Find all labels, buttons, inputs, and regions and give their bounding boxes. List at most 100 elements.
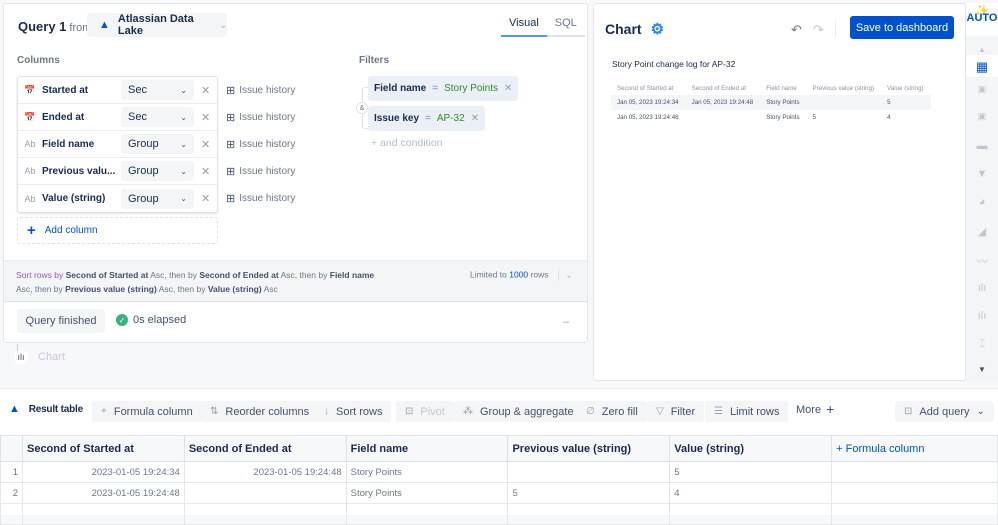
result-table: Second of Started at Second of Ended at … (0, 435, 998, 525)
aggregation-select[interactable]: Sec ⌄ (121, 107, 194, 127)
filter-button[interactable]: ▽ Filter (647, 401, 705, 422)
reorder-columns-button[interactable]: ⇅ Reorder columns (201, 401, 319, 422)
table-icon: ⊞ (226, 193, 236, 205)
filter-chip[interactable]: Field name = Story Points ✕ (368, 76, 519, 101)
plus-icon: + (101, 406, 107, 417)
result-table-header: Second of Started at Second of Ended at … (0, 435, 998, 462)
column-header[interactable]: Value (string) (669, 435, 833, 462)
column-source: ⊞ Issue history (226, 111, 296, 124)
column-source: ⊞ Issue history (226, 165, 296, 178)
auto-chart-button[interactable]: ✨ AUTO (966, 3, 998, 36)
undo-icon[interactable]: ↶ (791, 22, 802, 38)
column-row[interactable]: Ab Previous valu... Group ⌄ ✕ ⊞ Issue hist… (18, 158, 295, 185)
funnel-icon[interactable]: ▼ (966, 168, 998, 180)
remove-column-icon[interactable]: ✕ (201, 111, 210, 124)
divider (835, 20, 836, 38)
tab-visual[interactable]: Visual (501, 14, 547, 37)
table-row-empty (0, 503, 998, 525)
table-icon: ⊞ (226, 84, 236, 97)
table-icon: ⊞ (226, 111, 236, 124)
pie-chart-icon[interactable]: ◕ (966, 196, 998, 208)
aggregation-select[interactable]: Group ⌄ (121, 134, 194, 154)
column-row[interactable]: 📅 Ended at Sec ⌄ ✕ ⊞ Issue history (18, 104, 295, 131)
area-chart-icon[interactable]: ◢ (966, 225, 998, 238)
bar-chart-icon[interactable]: ılı (966, 282, 998, 294)
number-icon[interactable]: ▣ (966, 84, 998, 95)
column-row[interactable]: 📅 Started at Sec ⌄ ✕ ⊞ Issue history (18, 77, 295, 104)
reorder-icon: ⇅ (210, 406, 219, 417)
tab-sql[interactable]: SQL (546, 14, 585, 37)
pivot-button[interactable]: ⊡ Pivot (396, 401, 454, 422)
plus-icon: + (27, 222, 36, 239)
row-limit[interactable]: Limited to 1000 rows ⌄ (470, 269, 573, 281)
remove-column-icon[interactable]: ✕ (201, 138, 210, 151)
save-to-dashboard-button[interactable]: Save to dashboard (850, 16, 954, 39)
group-icon: ⁂ (463, 406, 473, 417)
column-header[interactable]: Previous value (string) (507, 435, 671, 462)
columns-label: Columns (17, 55, 60, 66)
remove-filter-icon[interactable]: ✕ (504, 83, 512, 94)
collapse-icon[interactable]: – (563, 316, 569, 328)
column-header[interactable]: Field name (345, 435, 509, 462)
up-arrow-icon[interactable]: ▲ (966, 45, 998, 54)
text-type-icon: Ab (24, 193, 36, 204)
redo-icon[interactable]: ↷ (813, 22, 824, 38)
and-condition-button[interactable]: + and condition (371, 137, 443, 149)
line-chart-icon[interactable]: 〰 (966, 253, 998, 269)
chevron-down-icon: ⌄ (180, 166, 187, 176)
chart-subtitle: Story Point change log for AP-32 (612, 59, 736, 69)
add-query-button[interactable]: ⊡ Add query ⌄ (895, 401, 994, 422)
group-aggregate-button[interactable]: ⁂ Group & aggregate (454, 401, 583, 422)
number-comparison-icon[interactable]: ▣ (966, 111, 998, 122)
atlassian-logo-icon: ▲ (9, 403, 20, 415)
elapsed-time: ✓ 0s elapsed (116, 314, 186, 326)
add-column-button[interactable]: + Add column (17, 217, 218, 244)
formula-column-button[interactable]: + Formula column (92, 401, 202, 422)
add-query-icon: ⊡ (904, 406, 913, 417)
sort-rows-button[interactable]: ↓ Sort rows (315, 401, 392, 422)
sort-summary[interactable]: Sort rows by Second of Started at Asc, t… (4, 260, 587, 302)
table-row: 1 2023-01-05 19:24:34 2023-01-05 19:24:48 S… (0, 461, 998, 483)
chart-table-row: Jan 05, 2023 19:24:34 Jan 05, 2023 19:24:… (611, 95, 931, 110)
column-header[interactable]: Second of Started at (21, 435, 185, 462)
pivot-icon: ⊡ (405, 406, 414, 417)
more-button[interactable]: More + (796, 402, 834, 416)
aggregation-select[interactable]: Group ⌄ (121, 188, 194, 209)
chart-table: Second of Started at Second of Ended at Fi… (611, 83, 931, 125)
chevron-down-icon: ⌄ (180, 139, 187, 149)
aggregation-select[interactable]: Group ⌄ (121, 161, 194, 181)
text-type-icon: Ab (24, 139, 36, 149)
remove-filter-icon[interactable]: ✕ (471, 113, 479, 124)
chevron-down-icon: ⌄ (180, 112, 187, 122)
remove-column-icon[interactable]: ✕ (201, 84, 210, 97)
column-row[interactable]: Ab Field name Group ⌄ ✕ ⊞ Issue history (18, 131, 295, 158)
limit-rows-button[interactable]: ☰ Limit rows (705, 401, 789, 422)
chevron-down-icon: ⌄ (180, 85, 187, 95)
data-source-select[interactable]: ▲ Atlassian Data Lake ⌄ (87, 13, 227, 37)
remove-column-icon[interactable]: ✕ (201, 192, 210, 205)
chart-panel: Chart ⚙ ↶ ↷ Save to dashboard Story Point… (593, 3, 966, 381)
table-icon[interactable]: ▦ (966, 55, 998, 77)
chart-title: Chart ⚙ (605, 20, 665, 38)
column-source: ⊞ Issue history (226, 138, 296, 151)
down-arrow-icon[interactable]: ▼ (966, 365, 998, 374)
bar-line-chart-icon[interactable]: ılı (966, 310, 998, 322)
progress-bar-icon[interactable]: ▬ (966, 140, 998, 152)
remove-column-icon[interactable]: ✕ (201, 165, 210, 178)
column-header[interactable]: Second of Ended at (183, 435, 347, 462)
check-circle-icon: ✓ (116, 314, 128, 326)
add-formula-column-header[interactable]: + Formula column (831, 435, 998, 462)
column-row[interactable]: Ab Value (string) Group ⌄ ✕ ⊞ Issue histor… (18, 185, 295, 212)
filter-chip[interactable]: Issue key = AP-32 ✕ (368, 106, 486, 131)
gear-icon[interactable]: ⚙ (651, 20, 664, 38)
chart-step[interactable]: ılı Chart (14, 350, 65, 364)
zero-fill-button[interactable]: ∅ Zero fill (577, 401, 647, 422)
table-icon: ⊞ (226, 138, 236, 151)
add-column-label: Add column (44, 225, 98, 236)
box-plot-icon[interactable]: ⌶ (966, 338, 998, 351)
column-name: Value (string) (42, 193, 106, 204)
query-title: Query 1 from (18, 19, 92, 34)
aggregation-select[interactable]: Sec ⌄ (121, 80, 194, 100)
chart-table-row: Jan 05, 2023 19:24:48 Story Points 5 4 (617, 113, 891, 121)
chevron-down-icon: ⌄ (180, 194, 187, 203)
